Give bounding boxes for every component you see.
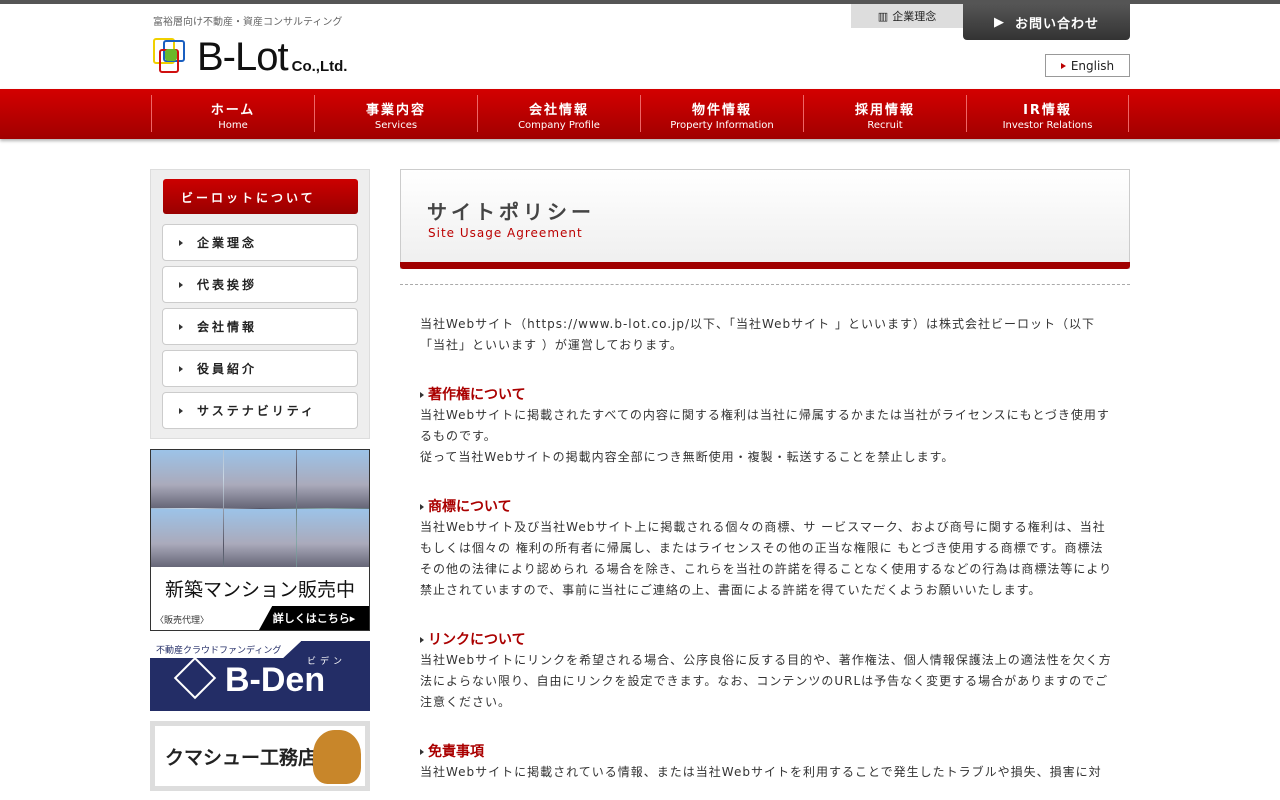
- sidebar-item-label: 役員紹介: [197, 362, 258, 376]
- sidebar-item-officers[interactable]: 役員紹介: [162, 350, 358, 387]
- nav-label: ホーム: [210, 103, 256, 118]
- arrow-icon: [420, 504, 424, 510]
- nav-home[interactable]: ホーム Home: [151, 95, 314, 132]
- nav-label: 採用情報: [854, 103, 915, 118]
- building-photos: [151, 450, 369, 567]
- sidebar-item-message[interactable]: 代表挨拶: [162, 266, 358, 303]
- nav-label: IR情報: [1023, 103, 1072, 118]
- arrow-icon: [179, 239, 183, 246]
- title-underline: [400, 262, 1130, 269]
- nav-label: 会社情報: [528, 103, 589, 118]
- page-title-en: Site Usage Agreement: [428, 226, 583, 240]
- arrow-icon: [179, 365, 183, 372]
- heading-text: 著作権について: [428, 387, 526, 403]
- nav-label: 物件情報: [691, 103, 752, 118]
- section-heading: 著作権について: [420, 385, 1115, 405]
- arrow-icon: [179, 281, 183, 288]
- logo[interactable]: B-Lot Co.,Ltd.: [153, 35, 348, 79]
- play-icon: ▶: [993, 14, 1005, 30]
- nav-sublabel: Services: [374, 120, 418, 131]
- philosophy-label: 企業理念: [892, 10, 937, 23]
- logo-mark-icon: [153, 36, 195, 76]
- arrow-icon: [420, 749, 424, 755]
- nav-services[interactable]: 事業内容 Services: [314, 95, 477, 132]
- contact-button[interactable]: ▶ お問い合わせ: [963, 4, 1130, 40]
- nav-ir[interactable]: IR情報 Investor Relations: [966, 95, 1129, 132]
- banner-label: 不動産クラウドファンディング: [150, 641, 302, 658]
- banner-more: 詳しくはこちら ▸: [259, 606, 369, 630]
- section-text: 当社Webサイトに掲載されている情報、または当社Webサイトを利用することで発生…: [420, 765, 1102, 779]
- page-title-jp: サイトポリシー: [427, 200, 595, 224]
- building-icon: ▥: [877, 9, 889, 23]
- heading-text: リンクについて: [428, 632, 526, 648]
- banner-note: 〈販売代理〉: [155, 616, 210, 626]
- sidebar-menu: ビーロットについて 企業理念 代表挨拶 会社情報 役員紹介 サステナビリティ: [150, 169, 370, 439]
- nav-label: 事業内容: [365, 103, 426, 118]
- section-heading: 免責事項: [420, 742, 1115, 762]
- contact-label: お問い合わせ: [1014, 16, 1099, 32]
- section-text: 当社Webサイトにリンクを希望される場合、公序良俗に反する目的や、著作権法、個人…: [420, 653, 1112, 709]
- nav-sublabel: Company Profile: [518, 120, 600, 131]
- nav-company[interactable]: 会社情報 Company Profile: [477, 95, 640, 132]
- bear-mascot-icon: [313, 730, 361, 784]
- banner-title: 新築マンション販売中: [164, 579, 355, 601]
- banner-more-label: 詳しくはこちら: [272, 612, 350, 625]
- arrow-icon: [420, 637, 424, 643]
- sidebar-item-label: 会社情報: [197, 320, 258, 334]
- policy-content: 当社Webサイト（https://www.b-lot.co.jp/以下、「当社W…: [420, 314, 1115, 783]
- nav-sublabel: Home: [218, 120, 248, 131]
- tagline: 富裕層向け不動産・資産コンサルティング: [153, 17, 343, 28]
- mansion-banner[interactable]: 新築マンション販売中 〈販売代理〉 詳しくはこちら ▸: [150, 449, 370, 631]
- divider: [400, 284, 1130, 285]
- arrow-icon: [179, 323, 183, 330]
- bden-logo-icon: [173, 656, 217, 700]
- nav-sublabel: Property Information: [670, 120, 774, 131]
- philosophy-link[interactable]: ▥ 企業理念: [851, 4, 963, 28]
- banner-name: クマシュー工務店: [165, 746, 318, 769]
- main-nav: ホーム Home 事業内容 Services 会社情報 Company Profile…: [0, 89, 1280, 139]
- kumashu-banner[interactable]: クマシュー工務店: [150, 721, 370, 791]
- sidebar-item-sustainability[interactable]: サステナビリティ: [162, 392, 358, 429]
- nav-sublabel: Recruit: [867, 120, 903, 131]
- nav-recruit[interactable]: 採用情報 Recruit: [803, 95, 966, 132]
- section-heading: 商標について: [420, 497, 1115, 517]
- sidebar-heading[interactable]: ビーロットについて: [163, 179, 358, 214]
- intro-text: 当社Webサイト（https://www.b-lot.co.jp/以下、「当社W…: [420, 317, 1095, 352]
- banner-name: B-Den: [225, 661, 326, 699]
- sidebar-item-company[interactable]: 会社情報: [162, 308, 358, 345]
- logo-suffix: Co.,Ltd.: [291, 58, 348, 75]
- sidebar-item-label: 代表挨拶: [197, 278, 258, 292]
- section-text: 従って当社Webサイトの掲載内容全部につき無断使用・複製・転送することを禁止しま…: [420, 450, 955, 464]
- nav-sublabel: Investor Relations: [1002, 120, 1093, 131]
- sidebar-item-label: サステナビリティ: [197, 404, 317, 418]
- arrow-icon: [1060, 62, 1066, 69]
- section-heading: リンクについて: [420, 630, 1115, 650]
- heading-text: 商標について: [428, 499, 512, 515]
- nav-property[interactable]: 物件情報 Property Information: [640, 95, 803, 132]
- section-text: 当社Webサイトに掲載されたすべての内容に関する権利は当社に帰属するかまたは当社…: [420, 408, 1110, 443]
- logo-name: B-Lot: [197, 35, 289, 79]
- heading-text: 免責事項: [428, 744, 484, 760]
- section-text: 当社Webサイト及び当社Webサイト上に掲載される個々の商標、サ ービスマーク、…: [420, 520, 1113, 597]
- arrow-icon: [420, 392, 424, 398]
- sidebar-item-philosophy[interactable]: 企業理念: [162, 224, 358, 261]
- arrow-icon: [179, 407, 183, 414]
- page-title: サイトポリシー Site Usage Agreement: [400, 169, 1130, 269]
- sidebar-item-label: 企業理念: [197, 236, 258, 250]
- bden-banner[interactable]: 不動産クラウドファンディング ビデン B-Den: [150, 641, 370, 711]
- english-label: English: [1070, 58, 1115, 73]
- english-link[interactable]: English: [1045, 54, 1130, 77]
